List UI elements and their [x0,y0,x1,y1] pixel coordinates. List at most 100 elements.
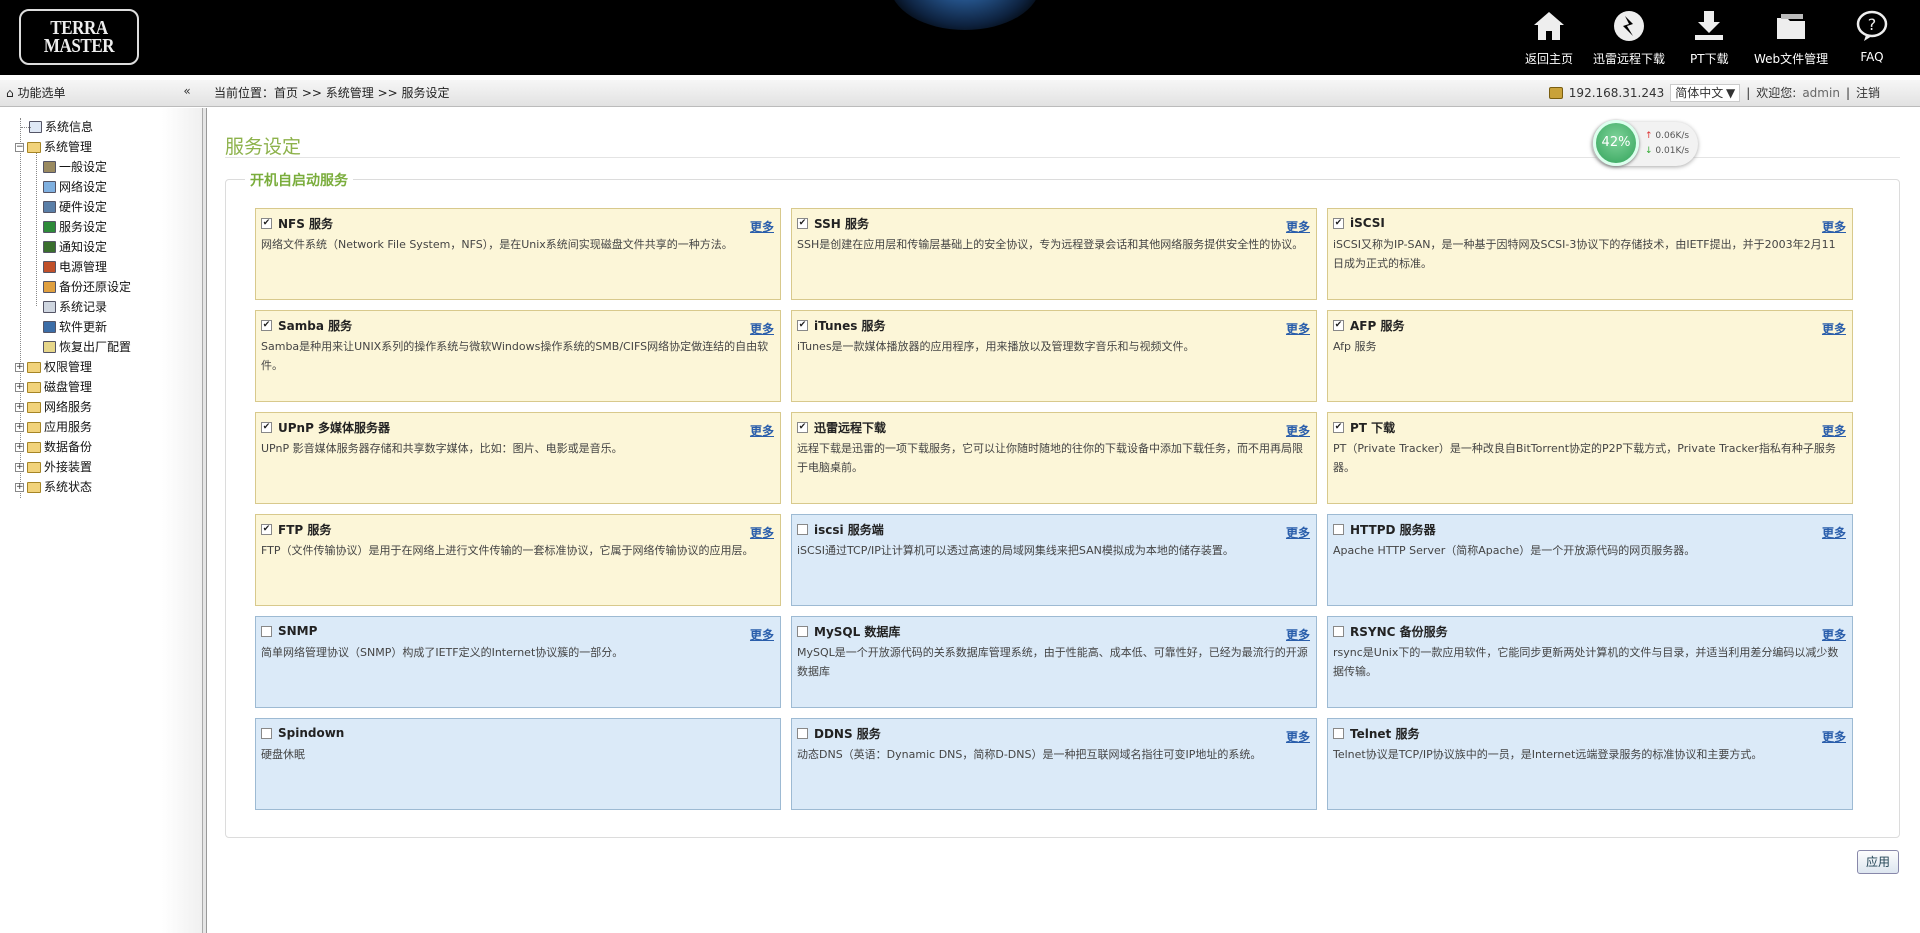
expand-icon[interactable]: + [15,422,24,432]
expand-icon[interactable]: + [15,442,24,452]
globe-graphic [890,0,1040,30]
sidebar-item-system-management[interactable]: − 系统管理 [15,138,92,156]
network-icon [43,181,56,193]
more-link[interactable]: 更多 [1286,218,1310,235]
help-icon: ? [1856,10,1888,41]
more-link[interactable]: 更多 [750,422,774,439]
usage-gauge[interactable]: 42% [1593,120,1639,166]
sidebar-item-services[interactable]: 服务设定 [43,218,107,236]
folder-icon [27,441,41,453]
sidebar-item-permissions[interactable]: + 权限管理 [15,358,92,376]
breadcrumb-home[interactable]: 首页 [274,86,298,100]
more-link[interactable]: 更多 [750,626,774,643]
service-card: Spindown 硬盘休眠 [255,718,781,810]
sub-bar: ⌂ 功能选单 « 当前位置：首页 >> 系统管理 >> 服务设定 192.168… [0,80,1920,107]
menu-title-text: 功能选单 [17,86,66,100]
service-checkbox[interactable]: ✔ [261,421,272,433]
service-checkbox[interactable]: ✔ [261,217,272,229]
service-checkbox[interactable] [1333,625,1344,637]
backup-icon [43,281,56,293]
nav-webfile[interactable]: Web文件管理 [1754,8,1828,67]
more-link[interactable]: 更多 [750,320,774,337]
sidebar-item-data-backup[interactable]: + 数据备份 [15,438,92,456]
sidebar-item-hardware[interactable]: 硬件设定 [43,198,107,216]
service-checkbox[interactable] [797,727,808,739]
sidebar-item-network[interactable]: 网络设定 [43,178,107,196]
service-name: 迅雷远程下载 [814,420,887,435]
service-checkbox[interactable] [1333,727,1344,739]
upload-speed: ↑ 0.06K/s [1645,131,1689,141]
language-select[interactable]: 简体中文 ▼ [1670,84,1741,102]
expand-icon[interactable]: + [15,402,24,412]
service-description: 简单网络管理协议（SNMP）构成了IETF定义的Internet协议簇的一部分。 [261,646,624,659]
apply-button[interactable]: 应用 [1857,850,1899,874]
sidebar-item-power[interactable]: 电源管理 [43,258,107,276]
service-description: SSH是创建在应用层和传输层基础上的安全协议，专为远程登录会话和其他网络服务提供… [797,238,1304,251]
sidebar-splitter[interactable] [203,108,207,933]
service-card: HTTPD 服务器 更多 Apache HTTP Server（简称Apache）是… [1327,514,1853,606]
collapse-menu-button[interactable]: « [180,85,194,99]
service-checkbox[interactable]: ✔ [797,421,808,433]
more-link[interactable]: 更多 [1286,320,1310,337]
service-checkbox[interactable]: ✔ [1333,421,1344,433]
more-link[interactable]: 更多 [1286,422,1310,439]
breadcrumb: 当前位置：首页 >> 系统管理 >> 服务设定 [214,80,450,106]
service-checkbox[interactable] [261,727,272,739]
sidebar-item-notification[interactable]: 通知设定 [43,238,107,256]
more-link[interactable]: 更多 [1822,524,1846,541]
service-checkbox[interactable]: ✔ [261,319,272,331]
more-link[interactable]: 更多 [1286,524,1310,541]
service-name: PT 下载 [1350,420,1396,435]
nav-home[interactable]: 返回主页 [1525,8,1573,67]
service-checkbox[interactable] [797,625,808,637]
more-link[interactable]: 更多 [1822,218,1846,235]
expand-icon[interactable]: + [15,462,24,472]
more-link[interactable]: 更多 [750,524,774,541]
service-checkbox[interactable]: ✔ [797,217,808,229]
service-description: 远程下载是迅雷的一项下载服务，它可以让你随时随地的往你的下载设备中添加下载任务，… [797,442,1303,474]
service-checkbox[interactable]: ✔ [1333,319,1344,331]
more-link[interactable]: 更多 [1286,728,1310,745]
collapse-icon[interactable]: − [15,142,24,152]
more-link[interactable]: 更多 [1822,320,1846,337]
logo-text: TERRA MASTER [43,17,115,57]
service-description: PT（Private Tracker）是一种改良自BitTorrent协定的P2… [1333,442,1836,474]
nav-faq[interactable]: ? FAQ [1854,8,1890,64]
sidebar-item-factory-reset[interactable]: 恢复出厂配置 [43,338,131,356]
sidebar-item-app-services[interactable]: + 应用服务 [15,418,92,436]
expand-icon[interactable]: + [15,482,24,492]
more-link[interactable]: 更多 [1822,422,1846,439]
more-link[interactable]: 更多 [1286,626,1310,643]
more-link[interactable]: 更多 [1822,728,1846,745]
nav-pt-label: PT下载 [1690,52,1729,66]
service-name: SNMP [278,624,318,638]
service-checkbox[interactable]: ✔ [797,319,808,331]
sidebar-item-disk[interactable]: + 磁盘管理 [15,378,92,396]
sidebar-item-system-status[interactable]: + 系统状态 [15,478,92,496]
sidebar-item-general[interactable]: 一般设定 [43,158,107,176]
service-checkbox[interactable] [1333,523,1344,535]
gear-icon [43,161,56,173]
service-checkbox[interactable]: ✔ [1333,217,1344,229]
service-checkbox[interactable] [261,625,272,637]
sidebar-item-network-services[interactable]: + 网络服务 [15,398,92,416]
expand-icon[interactable]: + [15,382,24,392]
sidebar-item-system-info[interactable]: 系统信息 [15,118,93,136]
sidebar-item-label: 电源管理 [59,260,108,274]
service-checkbox[interactable] [797,523,808,535]
sidebar-item-software-update[interactable]: 软件更新 [43,318,107,336]
service-card: ✔ SSH 服务 更多 SSH是创建在应用层和传输层基础上的安全协议，专为远程登录会话… [791,208,1317,300]
sidebar-item-external-devices[interactable]: + 外接装置 [15,458,92,476]
more-link[interactable]: 更多 [750,218,774,235]
nav-thunder[interactable]: 迅雷远程下载 [1593,8,1665,67]
expand-icon[interactable]: + [15,362,24,372]
breadcrumb-system[interactable]: 系统管理 [326,86,374,100]
nav-pt[interactable]: PT下载 [1690,8,1729,67]
sidebar-item-backup-restore[interactable]: 备份还原设定 [43,278,131,296]
service-description: iSCSI通过TCP/IP让计算机可以透过高速的局域网集线来把SAN模拟成为本地… [797,544,1234,557]
logout-link[interactable]: 注销 [1856,80,1880,106]
more-link[interactable]: 更多 [1822,626,1846,643]
service-checkbox[interactable]: ✔ [261,523,272,535]
service-card-header: HTTPD 服务器 [1333,521,1847,537]
sidebar-item-system-log[interactable]: 系统记录 [43,298,107,316]
